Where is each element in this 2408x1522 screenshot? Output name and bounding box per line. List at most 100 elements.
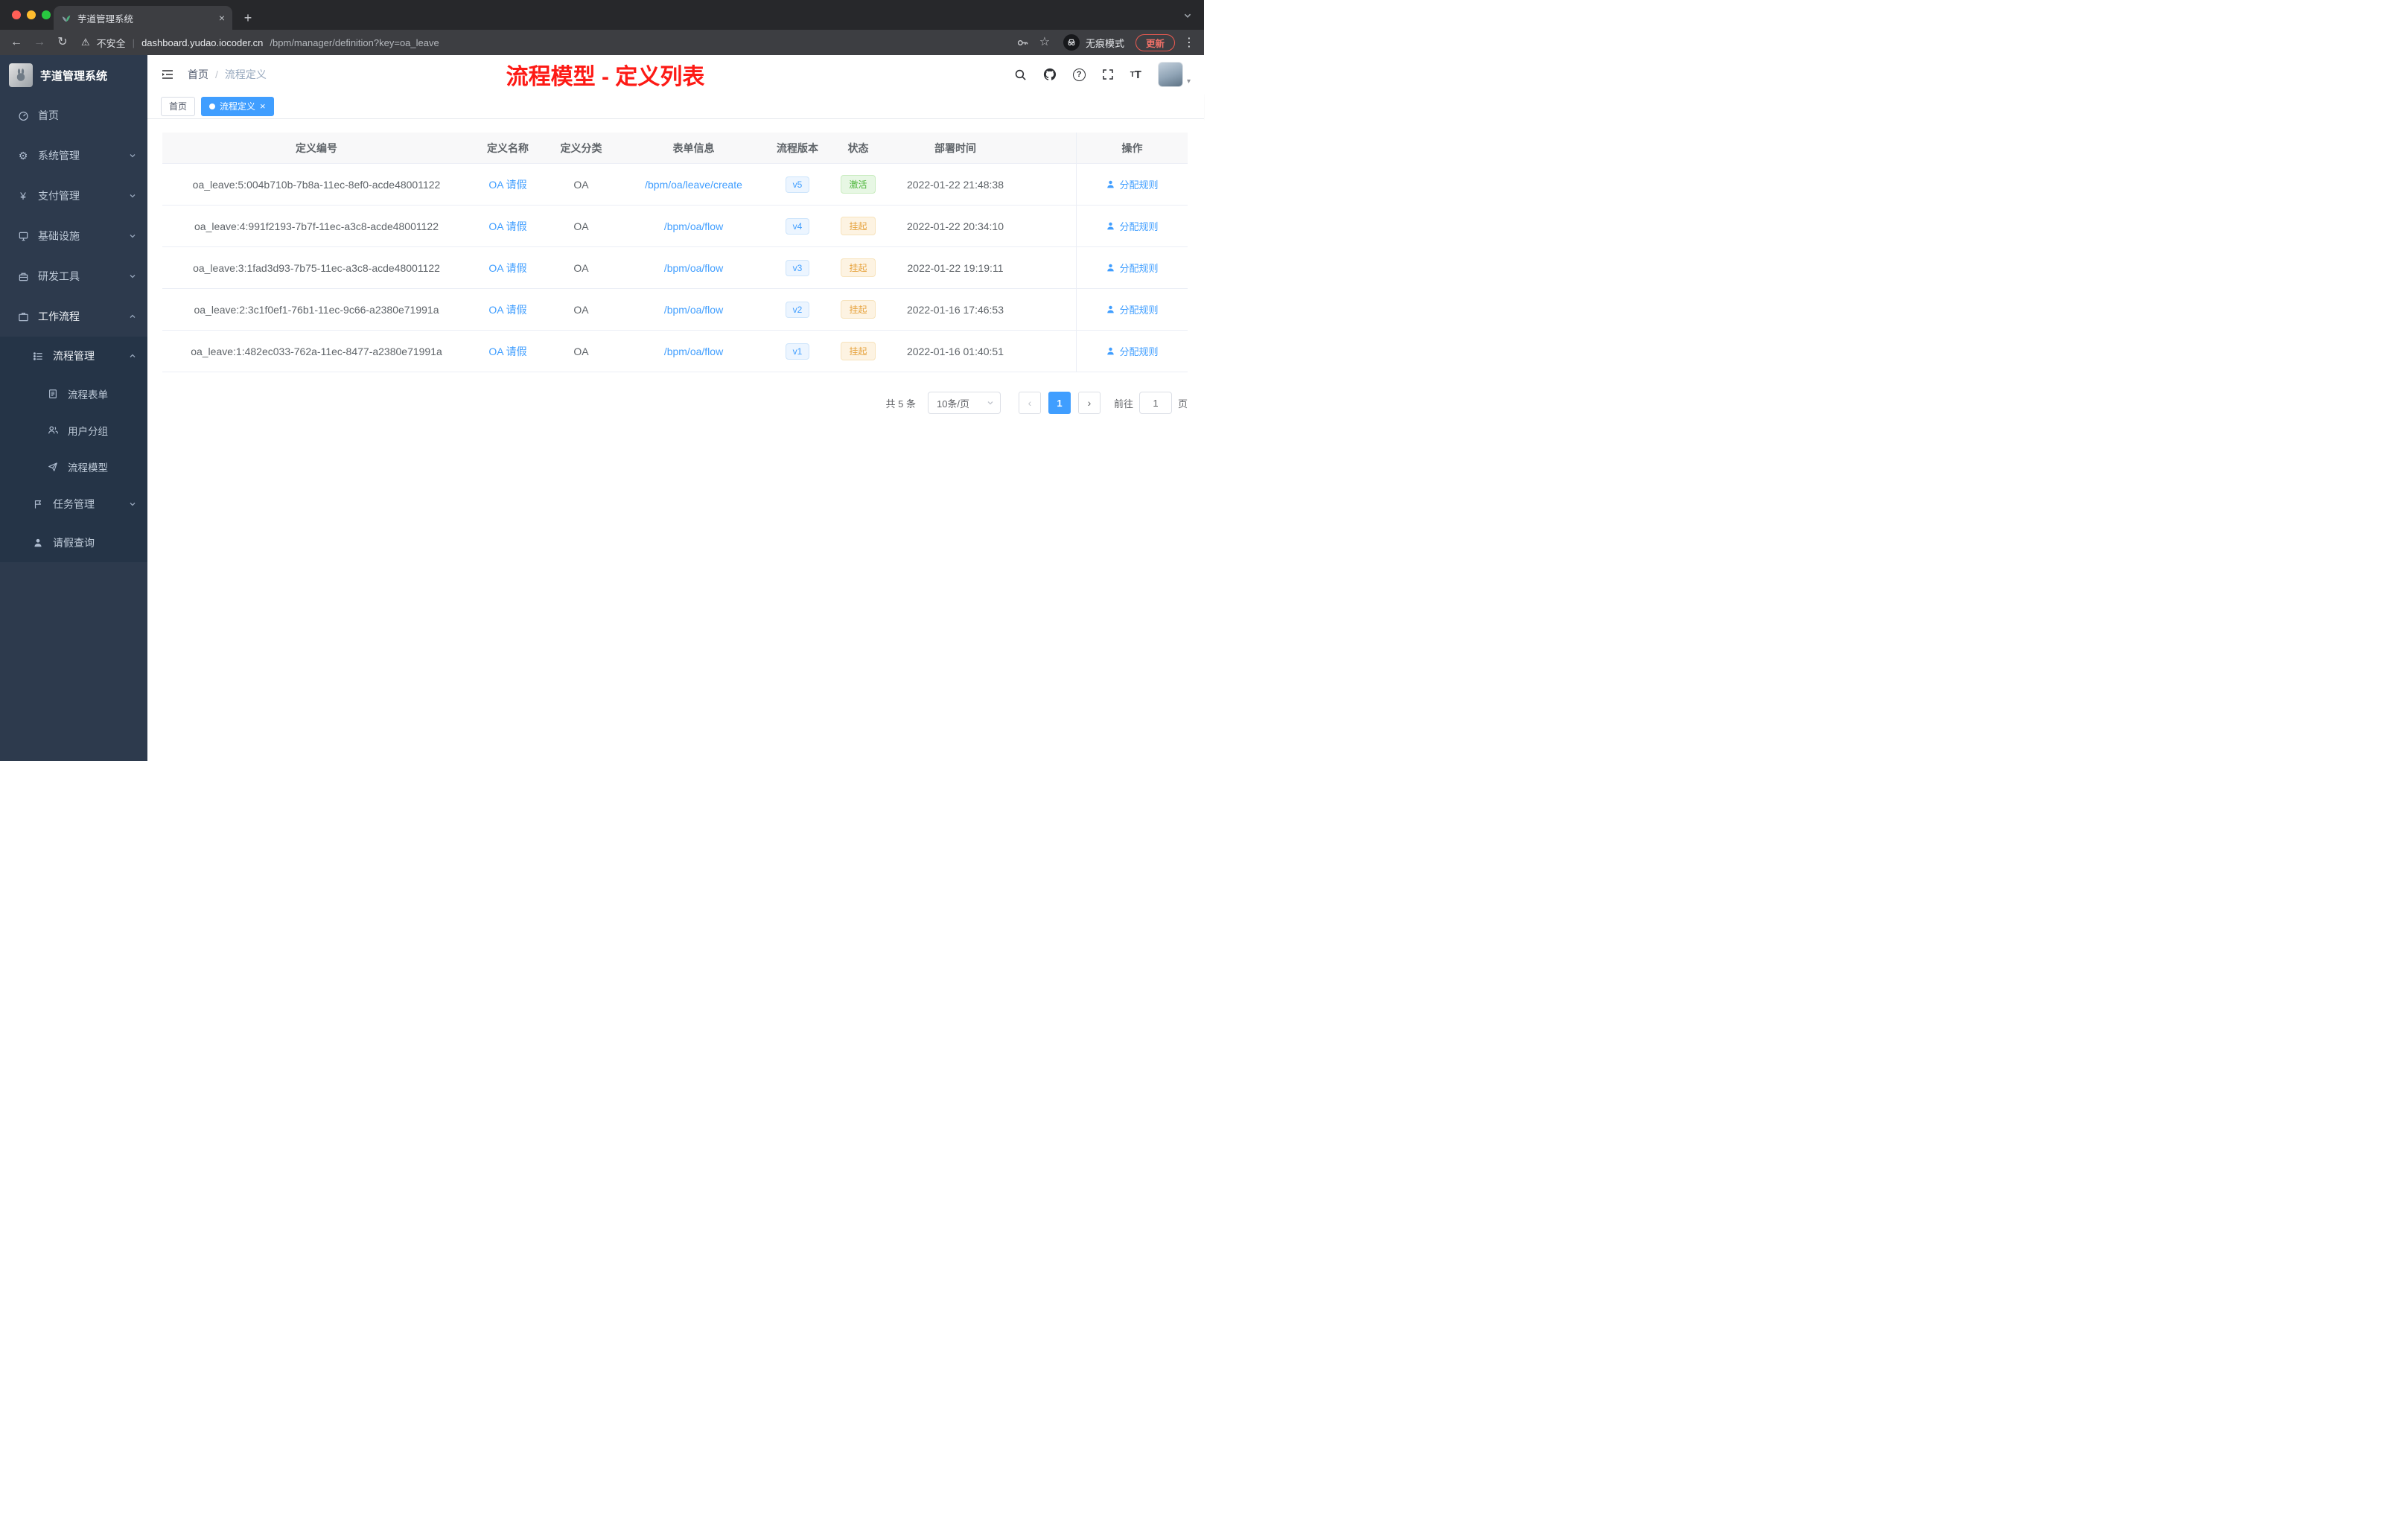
user-avatar-wrap: ▾ (1157, 62, 1191, 87)
zoom-window-button[interactable] (42, 10, 51, 19)
key-icon[interactable] (1016, 36, 1029, 49)
minimize-window-button[interactable] (27, 10, 36, 19)
breadcrumb-home[interactable]: 首页 (188, 67, 208, 82)
sidebar-toggle-icon[interactable] (161, 68, 174, 81)
incognito-indicator: 无痕模式 (1063, 34, 1124, 51)
form-link[interactable]: /bpm/oa/flow (664, 346, 723, 357)
github-icon[interactable] (1043, 68, 1057, 81)
update-button[interactable]: 更新 (1135, 34, 1175, 51)
tab-search-icon[interactable] (1183, 11, 1192, 20)
avatar[interactable] (1157, 62, 1183, 87)
assign-rule-link[interactable]: 分配规则 (1106, 219, 1159, 233)
url-domain: dashboard.yudao.iocoder.cn (141, 36, 264, 48)
sidebar-item-system[interactable]: ⚙ 系统管理 (0, 136, 147, 176)
content: 定义编号 定义名称 定义分类 表单信息 流程版本 状态 部署时间 操作 oa_l… (147, 119, 1204, 761)
assign-rule-link[interactable]: 分配规则 (1106, 177, 1159, 191)
sidebar-item-infrastructure[interactable]: 基础设施 (0, 216, 147, 256)
tab-title: 芋道管理系统 (77, 13, 134, 25)
forward-icon[interactable]: → (32, 36, 47, 48)
tag-close-icon[interactable]: × (260, 101, 266, 111)
reload-icon[interactable]: ↻ (55, 36, 70, 48)
definition-name-link[interactable]: OA 请假 (488, 344, 526, 359)
status-badge: 挂起 (841, 342, 876, 360)
sidebar-item-label: 流程模型 (68, 462, 108, 474)
sidebar-item-leave-query[interactable]: 请假查询 (0, 523, 147, 562)
cell-category: OA (573, 178, 589, 191)
dashboard-icon (16, 110, 30, 121)
form-link[interactable]: /bpm/oa/flow (664, 304, 723, 316)
sidebar: 芋道管理系统 首页 ⚙ 系统管理 ¥ 支付管理 基础设施 研发工具 工作流程 流… (0, 55, 147, 761)
definition-table: 定义编号 定义名称 定义分类 表单信息 流程版本 状态 部署时间 操作 oa_l… (162, 133, 1188, 372)
search-icon[interactable] (1014, 69, 1027, 81)
sidebar-item-payment[interactable]: ¥ 支付管理 (0, 176, 147, 216)
briefcase-icon (16, 311, 30, 322)
sidebar-item-process-management[interactable]: 流程管理 (0, 337, 147, 375)
sidebar-item-home[interactable]: 首页 (0, 95, 147, 136)
cell-definition-id: oa_leave:2:3c1f0ef1-76b1-11ec-9c66-a2380… (194, 303, 439, 316)
assign-rule-link[interactable]: 分配规则 (1106, 302, 1159, 316)
sidebar-item-label: 工作流程 (38, 311, 80, 322)
sidebar-item-label: 用户分组 (68, 425, 108, 437)
app-frame: 芋道管理系统 首页 ⚙ 系统管理 ¥ 支付管理 基础设施 研发工具 工作流程 流… (0, 55, 1204, 761)
toolbox-icon (16, 271, 30, 282)
form-link[interactable]: /bpm/oa/leave/create (645, 179, 742, 191)
sidebar-item-task-management[interactable]: 任务管理 (0, 485, 147, 523)
cell-category: OA (573, 345, 589, 357)
sidebar-item-dev-tools[interactable]: 研发工具 (0, 256, 147, 296)
next-page-button[interactable]: › (1077, 392, 1101, 414)
col-header-version: 流程版本 (777, 141, 818, 154)
status-badge: 激活 (841, 175, 876, 194)
close-window-button[interactable] (12, 10, 21, 19)
table-header-row: 定义编号 定义名称 定义分类 表单信息 流程版本 状态 部署时间 操作 (162, 133, 1188, 164)
cell-definition-id: oa_leave:5:004b710b-7b8a-11ec-8ef0-acde4… (192, 178, 441, 191)
breadcrumb-separator: / (215, 69, 218, 80)
sidebar-item-process-model[interactable]: 流程模型 (0, 448, 147, 485)
bookmark-star-icon[interactable]: ☆ (1037, 36, 1052, 48)
definition-name-link[interactable]: OA 请假 (488, 177, 526, 192)
prev-page-button[interactable]: ‹ (1018, 392, 1041, 414)
col-header-category: 定义分类 (560, 141, 602, 154)
tag-label: 流程定义 (220, 101, 256, 112)
tag-home[interactable]: 首页 (161, 96, 196, 116)
tab-close-icon[interactable]: × (219, 12, 225, 24)
cell-deploy-time: 2022-01-22 19:19:11 (907, 261, 1004, 274)
form-link[interactable]: /bpm/oa/flow (664, 220, 723, 232)
incognito-label: 无痕模式 (1085, 37, 1124, 49)
assign-rule-link[interactable]: 分配规则 (1106, 344, 1159, 358)
pagination-total: 共 5 条 (885, 398, 916, 410)
status-badge: 挂起 (841, 217, 876, 235)
font-size-icon[interactable]: TT (1130, 69, 1141, 81)
sidebar-item-label: 基础设施 (38, 230, 80, 242)
address-bar[interactable]: ⚠ 不安全 | dashboard.yudao.iocoder.cn/bpm/m… (78, 36, 1008, 50)
back-icon[interactable]: ← (9, 36, 24, 48)
col-header-action: 操作 (1076, 133, 1188, 163)
definition-name-link[interactable]: OA 请假 (488, 219, 526, 234)
help-icon[interactable]: ? (1072, 68, 1086, 81)
assign-rule-link[interactable]: 分配规则 (1106, 261, 1159, 275)
table-row: oa_leave:1:482ec033-762a-11ec-8477-a2380… (162, 331, 1188, 372)
fullscreen-icon[interactable] (1102, 69, 1114, 80)
browser-menu-icon[interactable]: ⋮ (1183, 35, 1195, 50)
sidebar-item-user-group[interactable]: 用户分组 (0, 412, 147, 448)
chevron-down-icon (129, 500, 136, 508)
new-tab-button[interactable]: + (238, 8, 258, 28)
form-link[interactable]: /bpm/oa/flow (664, 262, 723, 274)
cell-category: OA (573, 261, 589, 274)
definition-name-link[interactable]: OA 请假 (488, 302, 526, 317)
server-icon (16, 231, 30, 242)
tag-process-definition[interactable]: 流程定义 × (201, 96, 274, 116)
sidebar-item-workflow[interactable]: 工作流程 (0, 296, 147, 337)
col-header-form: 表单信息 (672, 141, 715, 154)
browser-tab-strip: 芋道管理系统 × + (0, 0, 1204, 30)
sidebar-item-process-form[interactable]: 流程表单 (0, 375, 147, 412)
goto-page-input[interactable] (1138, 392, 1172, 414)
definition-name-link[interactable]: OA 请假 (488, 261, 526, 276)
page-button-1[interactable]: 1 (1048, 392, 1071, 414)
browser-toolbar: ← → ↻ ⚠ 不安全 | dashboard.yudao.iocoder.cn… (0, 30, 1204, 55)
chevron-down-icon (129, 232, 136, 240)
sidebar-item-label: 流程表单 (68, 389, 108, 401)
browser-tab[interactable]: 芋道管理系统 × (54, 6, 232, 30)
header-actions: ? TT ▾ (1014, 62, 1191, 87)
page-size-select[interactable]: 10条/页 (927, 392, 1001, 414)
chevron-down-icon (987, 399, 994, 407)
